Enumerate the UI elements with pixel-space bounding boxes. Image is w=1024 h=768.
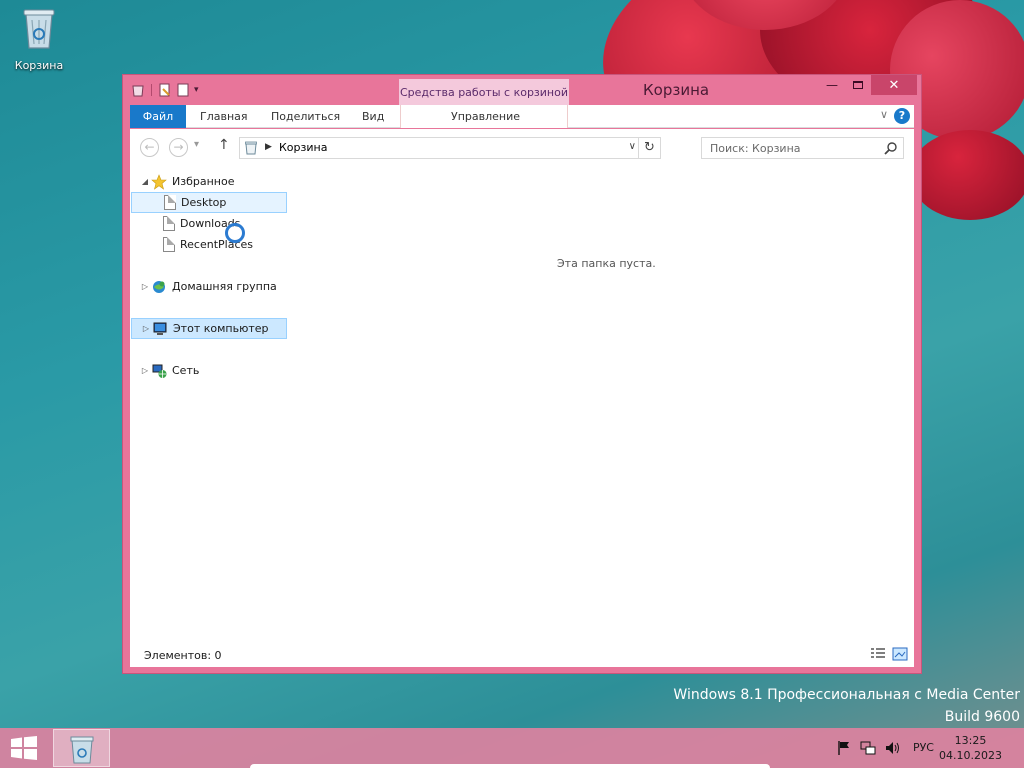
forward-button[interactable]: → xyxy=(169,138,188,157)
expand-arrow-icon[interactable]: ▷ xyxy=(139,282,151,291)
qat-dropdown-icon[interactable]: ▾ xyxy=(194,85,199,95)
tree-item-downloads[interactable]: Downloads xyxy=(131,213,287,234)
breadcrumb-separator-icon[interactable]: ▶ xyxy=(265,142,272,152)
homegroup-icon xyxy=(153,280,165,293)
os-watermark: Windows 8.1 Профессиональная с Media Cen… xyxy=(673,684,1020,728)
tree-label: Этот компьютер xyxy=(173,322,269,335)
taskbar-explorer-recycle-bin[interactable] xyxy=(53,729,110,767)
volume-icon[interactable] xyxy=(884,740,900,756)
details-view-icon[interactable] xyxy=(870,647,886,661)
tab-home[interactable]: Главная xyxy=(200,105,248,128)
desktop-icon-label: Корзина xyxy=(14,59,64,72)
tree-item-desktop[interactable]: Desktop xyxy=(131,192,287,213)
document-icon xyxy=(163,216,175,231)
tab-manage[interactable]: Управление xyxy=(451,105,520,128)
tree-label: Домашняя группа xyxy=(172,280,277,293)
search-icon[interactable] xyxy=(884,141,898,155)
clock-time: 13:25 xyxy=(954,734,987,747)
search-input[interactable] xyxy=(702,138,878,158)
navigation-bar: ← → ▾ ↑ ▶ Корзина ∨ ↻ xyxy=(130,129,914,165)
tab-file[interactable]: Файл xyxy=(130,105,186,128)
star-icon xyxy=(151,173,167,190)
help-icon[interactable]: ? xyxy=(894,108,910,124)
recycle-bin-small-icon xyxy=(245,141,257,155)
breadcrumb-item[interactable]: Корзина xyxy=(279,141,327,154)
close-icon: ✕ xyxy=(888,77,900,93)
tree-favorites[interactable]: ◢ Избранное xyxy=(131,171,287,192)
refresh-button[interactable]: ↻ xyxy=(638,138,660,158)
recent-locations-chevron-icon[interactable]: ▾ xyxy=(194,139,199,150)
close-button[interactable]: ✕ xyxy=(871,75,917,95)
explorer-window[interactable]: ▾ Средства работы с корзиной Корзина — ✕… xyxy=(122,74,922,674)
windows-start-icon[interactable] xyxy=(10,736,38,760)
content-area: ◢ Избранное Desktop Downloads RecentPlac… xyxy=(130,165,914,643)
mouse-cursor xyxy=(225,223,245,243)
maximize-icon xyxy=(853,81,863,89)
forward-arrow-icon: → xyxy=(173,140,184,154)
tree-item-recentplaces[interactable]: RecentPlaces xyxy=(131,234,287,255)
refresh-icon: ↻ xyxy=(644,140,655,155)
title-bar[interactable]: ▾ Средства работы с корзиной Корзина — ✕ xyxy=(123,75,921,105)
action-center-flag-icon[interactable] xyxy=(836,740,852,756)
system-tray: РУС 13:25 04.10.2023 xyxy=(824,728,1024,768)
expand-arrow-icon[interactable]: ▷ xyxy=(139,366,151,375)
context-tab-header: Средства работы с корзиной xyxy=(399,79,569,105)
desktop-icon-recycle-bin[interactable]: Корзина xyxy=(10,6,68,72)
status-bar: Элементов: 0 xyxy=(130,643,914,667)
properties-icon[interactable] xyxy=(158,83,172,97)
expand-arrow-icon[interactable]: ▷ xyxy=(140,324,152,333)
large-icons-view-icon[interactable] xyxy=(892,647,908,661)
up-arrow-icon: ↑ xyxy=(218,137,230,153)
taskbar: РУС 13:25 04.10.2023 xyxy=(0,728,1024,768)
tree-label: Desktop xyxy=(181,196,227,209)
maximize-button[interactable] xyxy=(845,75,871,95)
computer-icon xyxy=(153,322,167,335)
tab-view[interactable]: Вид xyxy=(362,105,384,128)
back-button[interactable]: ← xyxy=(140,138,159,157)
bottom-overlay-bar xyxy=(250,764,770,768)
quick-access-toolbar: ▾ xyxy=(131,83,199,97)
up-button[interactable]: ↑ xyxy=(218,137,230,153)
document-icon xyxy=(163,237,175,252)
new-folder-icon[interactable] xyxy=(176,83,190,97)
empty-folder-message: Эта папка пуста. xyxy=(557,257,656,270)
recycle-bin-small-icon xyxy=(132,85,144,97)
ribbon-expand-chevron-icon[interactable]: ∨ xyxy=(880,108,888,121)
document-icon xyxy=(164,195,176,210)
search-box xyxy=(701,137,904,159)
navigation-pane: ◢ Избранное Desktop Downloads RecentPlac… xyxy=(130,165,290,643)
recycle-bin-icon xyxy=(23,9,55,49)
minimize-icon: — xyxy=(826,78,838,92)
language-indicator[interactable]: РУС xyxy=(913,741,934,754)
tree-this-pc[interactable]: ▷ Этот компьютер xyxy=(131,318,287,339)
window-controls: — ✕ xyxy=(819,75,917,95)
clock-date: 04.10.2023 xyxy=(939,749,1002,762)
network-icon xyxy=(152,364,167,378)
network-tray-icon[interactable] xyxy=(860,740,876,756)
item-count: Элементов: 0 xyxy=(144,649,222,662)
qat-divider xyxy=(151,84,152,96)
tab-share[interactable]: Поделиться xyxy=(271,105,340,128)
back-arrow-icon: ← xyxy=(144,140,155,154)
tree-network[interactable]: ▷ Сеть xyxy=(131,360,287,381)
address-dropdown-icon[interactable]: ∨ xyxy=(629,141,636,152)
window-title: Корзина xyxy=(643,81,710,99)
ribbon-tabs: Файл Главная Поделиться Вид Управление ∨… xyxy=(130,105,914,128)
clock[interactable]: 13:25 04.10.2023 xyxy=(939,733,1002,763)
tree-label: Сеть xyxy=(172,364,200,377)
recycle-bin-icon xyxy=(70,736,94,764)
address-bar[interactable]: ▶ Корзина ∨ ↻ xyxy=(239,137,661,159)
watermark-build: Build 9600 xyxy=(944,709,1020,725)
watermark-edition: Windows 8.1 Профессиональная с Media Cen… xyxy=(673,687,1020,703)
minimize-button[interactable]: — xyxy=(819,75,845,95)
tree-homegroup[interactable]: ▷ Домашняя группа xyxy=(131,276,287,297)
collapse-arrow-icon[interactable]: ◢ xyxy=(139,177,151,186)
tree-label: Избранное xyxy=(172,175,235,188)
